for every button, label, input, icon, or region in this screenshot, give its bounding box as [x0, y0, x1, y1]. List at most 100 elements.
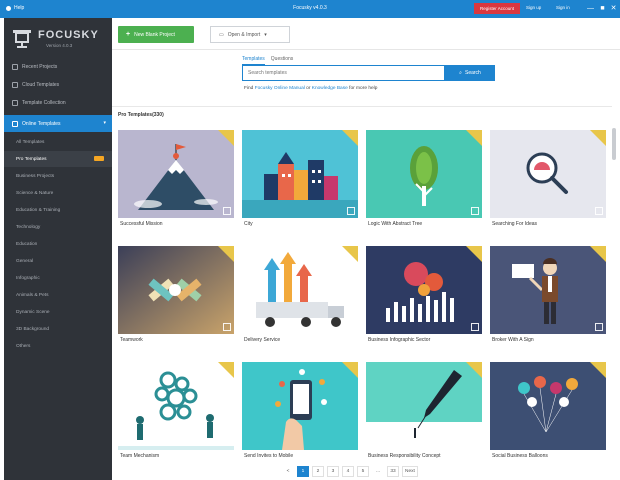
sidebar-subitem-science-nature[interactable]: Science & Nature — [4, 185, 112, 201]
puzzle-pieces-illustration — [118, 246, 234, 334]
template-card-successful-mission[interactable]: Successful Mission — [118, 130, 234, 230]
page-3-button[interactable]: 3 — [327, 465, 339, 477]
zoom-icon[interactable] — [223, 323, 231, 331]
template-title: Delivery Service — [244, 337, 281, 343]
template-thumbnail — [490, 246, 606, 334]
close-button[interactable]: ✕ — [609, 3, 618, 14]
search-area: Templates Questions ⌕ Search Find Focusk… — [112, 50, 620, 102]
phone-hand-illustration — [242, 362, 358, 450]
zoom-icon[interactable] — [347, 207, 355, 215]
zoom-icon[interactable] — [595, 207, 603, 215]
sidebar-subitem-label: Pro Templates — [16, 156, 47, 162]
folder-icon — [12, 99, 18, 106]
template-title: Logic With Abstract Tree — [368, 221, 423, 227]
sidebar-subitem-all-templates[interactable]: All Templates — [4, 134, 112, 150]
template-title: Team Mechanism — [120, 453, 160, 459]
template-card-delivery-service[interactable]: Delivery Service — [242, 246, 358, 346]
sidebar-item-online-templates[interactable]: Online Templates ▾ — [4, 115, 112, 132]
template-card-broker-sign[interactable]: Broker With A Sign — [490, 246, 606, 346]
knowledge-base-link[interactable]: Knowledge Base — [312, 86, 348, 91]
window-title: Focusky v4.0.3 — [293, 5, 327, 11]
hint-text: Find — [244, 86, 254, 91]
hint-text: for more help — [349, 86, 378, 91]
sidebar-subitem-general[interactable]: General — [4, 253, 112, 269]
title-bar: Help Focusky v4.0.3 Register Account Sig… — [0, 0, 620, 18]
page-5-button[interactable]: 5 — [357, 465, 369, 477]
template-title: Teamwork — [120, 337, 143, 343]
template-thumbnail — [366, 246, 482, 334]
page-2-button[interactable]: 2 — [312, 465, 324, 477]
pro-corner-ribbon — [342, 362, 358, 378]
sidebar-item-recent-projects[interactable]: Recent Projects — [4, 58, 112, 75]
register-account-button[interactable]: Register Account — [474, 3, 520, 14]
gears-chart-illustration — [366, 246, 482, 334]
page-1-button[interactable]: 1 — [297, 465, 309, 477]
sidebar-subitem-dynamic-scene[interactable]: Dynamic Scene — [4, 304, 112, 320]
sidebar-subitem-business-projects[interactable]: Business Projects — [4, 168, 112, 184]
template-thumbnail — [118, 246, 234, 334]
open-import-button[interactable]: ▭ Open & Import ▾ — [210, 26, 290, 43]
maximize-button[interactable]: ■ — [598, 3, 607, 14]
sidebar-subitem-3d-background[interactable]: 3D Background — [4, 321, 112, 337]
page-4-button[interactable]: 4 — [342, 465, 354, 477]
template-card-social-balloons[interactable]: Social Business Balloons — [490, 362, 606, 462]
content-scrollbar[interactable] — [612, 128, 616, 160]
template-card-business-infographic[interactable]: Business Infographic Sector — [366, 246, 482, 346]
caret-down-icon: ▾ — [103, 120, 106, 126]
zoom-icon[interactable] — [471, 207, 479, 215]
template-card-city[interactable]: City — [242, 130, 358, 230]
sign-up-link[interactable]: Sign up — [526, 5, 541, 10]
pro-corner-ribbon — [590, 246, 606, 262]
pro-corner-ribbon — [342, 246, 358, 262]
tab-questions[interactable]: Questions — [271, 56, 294, 65]
sidebar-item-label: Cloud Templates — [22, 81, 60, 88]
search-input[interactable] — [242, 65, 445, 81]
document-icon: ▭ — [219, 31, 224, 38]
zoom-icon[interactable] — [595, 323, 603, 331]
sidebar-subitem-technology[interactable]: Technology — [4, 219, 112, 235]
sign-in-link[interactable]: Sign in — [556, 5, 570, 10]
template-card-business-responsibility[interactable]: Business Responsibility Concept — [366, 362, 482, 462]
sidebar-item-template-collection[interactable]: Template Collection — [4, 94, 112, 111]
template-card-searching-ideas[interactable]: Searching For Ideas — [490, 130, 606, 230]
pro-corner-ribbon — [342, 130, 358, 146]
caret-down-icon: ▾ — [264, 31, 267, 38]
zoom-icon[interactable] — [223, 207, 231, 215]
template-card-send-invites[interactable]: Send Invites to Mobile — [242, 362, 358, 462]
balloons-illustration — [490, 362, 606, 450]
sidebar-item-label: Recent Projects — [22, 63, 58, 70]
sidebar-subitem-education[interactable]: Education — [4, 236, 112, 252]
minimize-button[interactable]: — — [586, 3, 595, 14]
page-prev-button[interactable]: < — [282, 465, 294, 477]
page-next-button[interactable]: Next — [402, 465, 418, 477]
page-last-button[interactable]: 33 — [387, 465, 399, 477]
zoom-icon[interactable] — [347, 323, 355, 331]
sidebar-item-cloud-templates[interactable]: Cloud Templates — [4, 76, 112, 93]
tab-templates[interactable]: Templates — [242, 56, 265, 65]
online-manual-link[interactable]: Focusky Online Manual — [255, 86, 305, 91]
new-blank-project-button[interactable]: + New Blank Project — [118, 26, 194, 43]
section-title: Pro Templates(330) — [118, 112, 164, 118]
pro-corner-ribbon — [466, 362, 482, 378]
template-title: Social Business Balloons — [492, 453, 548, 459]
help-icon — [6, 5, 11, 11]
help-menu[interactable]: Help — [6, 5, 24, 11]
sidebar-subitem-education-training[interactable]: Education & Training — [4, 202, 112, 218]
sidebar-subitem-others[interactable]: Others — [4, 338, 112, 354]
template-title: Searching For Ideas — [492, 221, 538, 227]
template-title: City — [244, 221, 253, 227]
pro-corner-ribbon — [466, 246, 482, 262]
sidebar-subitem-animals-pets[interactable]: Animals & Pets — [4, 287, 112, 303]
template-card-team-mechanism[interactable]: Team Mechanism — [118, 362, 234, 462]
sidebar-subitem-pro-templates[interactable]: Pro Templates — [4, 151, 112, 167]
pro-corner-ribbon — [218, 130, 234, 146]
sidebar-subitem-infographic[interactable]: Infographic — [4, 270, 112, 286]
zoom-icon[interactable] — [471, 323, 479, 331]
template-card-teamwork[interactable]: Teamwork — [118, 246, 234, 346]
search-button[interactable]: ⌕ Search — [445, 65, 495, 81]
template-title: Successful Mission — [120, 221, 163, 227]
magnifier-illustration — [490, 130, 606, 218]
template-card-logic-tree[interactable]: Logic With Abstract Tree — [366, 130, 482, 230]
template-title: Business Infographic Sector — [368, 337, 431, 343]
pro-corner-ribbon — [218, 362, 234, 378]
